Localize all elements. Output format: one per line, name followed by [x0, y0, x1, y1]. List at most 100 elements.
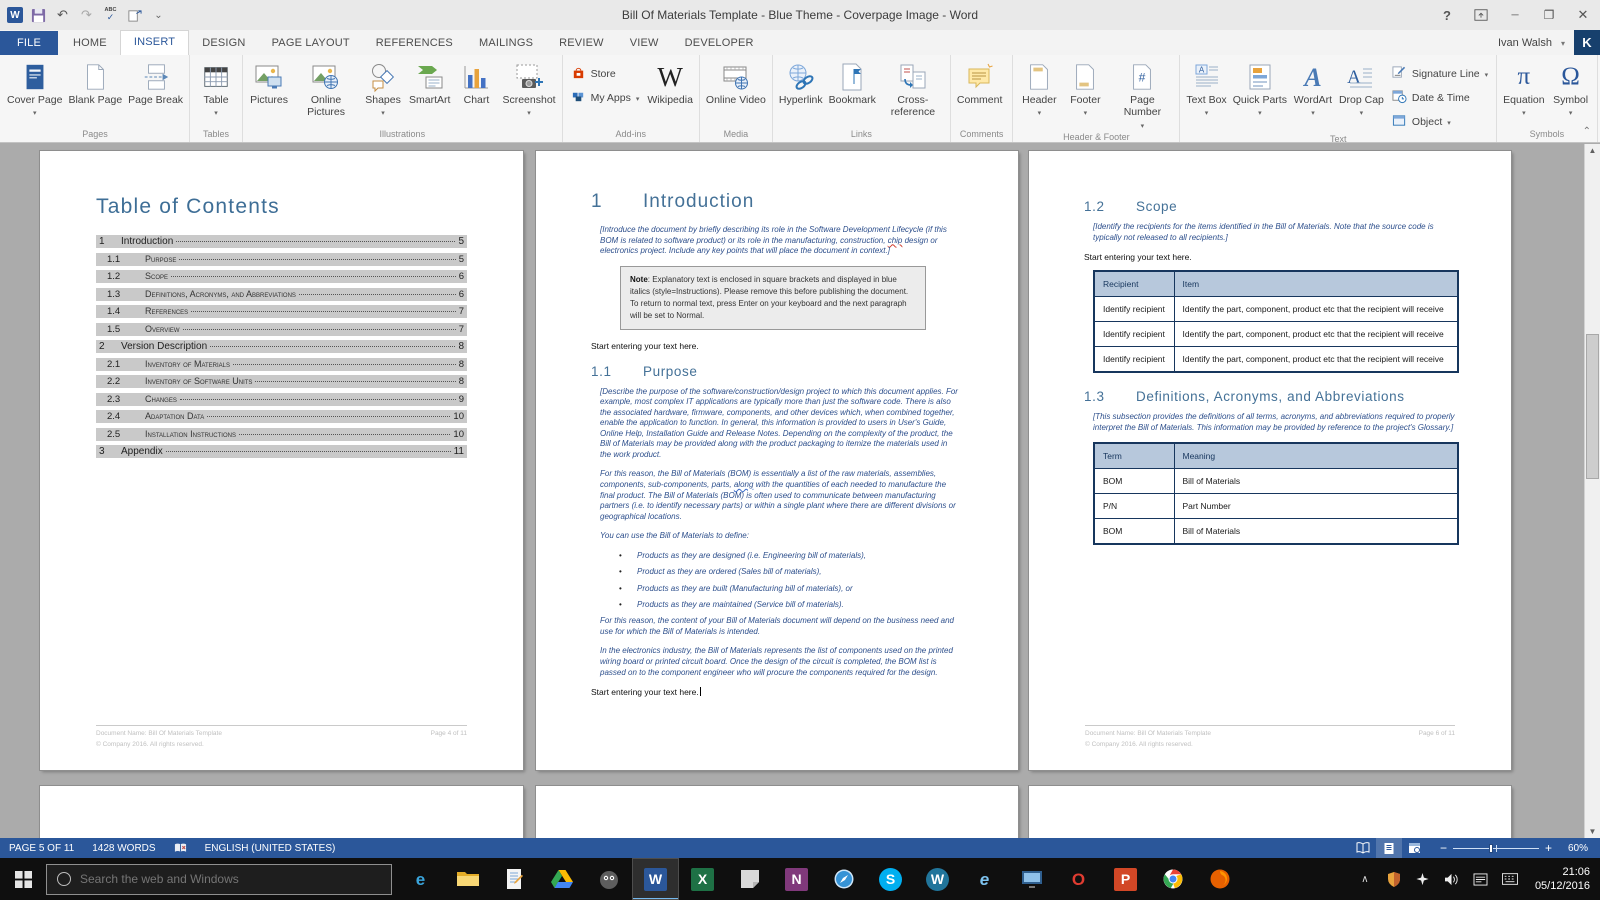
taskbar-clock[interactable]: 21:06 05/12/2016 [1531, 865, 1590, 894]
page-partial[interactable] [40, 786, 523, 838]
scope-table[interactable]: RecipientItem Identify recipientIdentify… [1093, 270, 1459, 373]
taskbar-search[interactable] [46, 864, 392, 895]
quick-parts-button[interactable]: Quick Parts [1230, 57, 1290, 134]
page-scope[interactable]: 1.2Scope [Identify the recipients for th… [1029, 151, 1511, 770]
start-button[interactable] [0, 858, 46, 900]
search-input[interactable] [80, 872, 381, 886]
chrome-icon[interactable] [1149, 858, 1196, 900]
zoom-level[interactable]: 60% [1564, 843, 1600, 854]
toc-entry[interactable]: 2.1Inventory of Materials8 [96, 358, 467, 371]
header-button[interactable]: Header [1016, 57, 1062, 132]
smartart-button[interactable]: SmartArt [406, 57, 453, 129]
date-time-button[interactable]: Date & Time [1387, 86, 1493, 110]
wordart-button[interactable]: A WordArt [1290, 57, 1336, 134]
word-logo-icon[interactable]: W [7, 7, 23, 23]
file-explorer-icon[interactable] [444, 858, 491, 900]
ribbon-display-options-icon[interactable] [1464, 0, 1498, 30]
sticky-notes-icon[interactable] [726, 858, 773, 900]
toc-entry[interactable]: 1.1Purpose5 [96, 253, 467, 266]
opera-icon[interactable]: O [1055, 858, 1102, 900]
zoom-slider[interactable]: − + [1434, 841, 1558, 855]
pictures-button[interactable]: Pictures [246, 57, 292, 129]
zoom-out-icon[interactable]: − [1434, 841, 1453, 855]
shapes-button[interactable]: Shapes [360, 57, 406, 129]
toc-entry[interactable]: 1.2Scope6 [96, 270, 467, 283]
web-layout-button[interactable] [1402, 838, 1428, 858]
page-partial[interactable] [536, 786, 1018, 838]
safari-icon[interactable] [820, 858, 867, 900]
tab-developer[interactable]: DEVELOPER [672, 32, 767, 55]
toc-entry[interactable]: 1.3Definitions, Acronyms, and Abbreviati… [96, 288, 467, 301]
signature-line-button[interactable]: Signature Line [1387, 62, 1493, 86]
volume-icon[interactable] [1444, 871, 1460, 887]
proofing-status[interactable] [165, 838, 196, 858]
minimize-button[interactable] [1498, 0, 1532, 30]
save-icon[interactable] [30, 7, 47, 24]
redo-icon[interactable] [78, 7, 95, 24]
tray-chevron-up-icon[interactable] [1357, 871, 1373, 887]
language-bar-icon[interactable] [1473, 871, 1489, 887]
google-drive-icon[interactable] [538, 858, 585, 900]
tab-mailings[interactable]: MAILINGS [466, 32, 546, 55]
cover-page-button[interactable]: Cover Page [4, 57, 65, 129]
start-text-cursor[interactable]: Start entering your text here. [591, 687, 960, 697]
hyperlink-button[interactable]: Hyperlink [776, 57, 826, 129]
page-introduction[interactable]: 1Introduction [Introduce the document by… [536, 151, 1018, 770]
security-shield-icon[interactable] [1386, 871, 1402, 887]
text-box-button[interactable]: A Text Box [1183, 57, 1229, 134]
edge-icon[interactable]: e [397, 858, 444, 900]
screenshot-button[interactable]: Screenshot [499, 57, 558, 129]
page-break-button[interactable]: Page Break [125, 57, 186, 129]
symbol-button[interactable]: Ω Symbol [1548, 57, 1594, 129]
drop-cap-button[interactable]: A Drop Cap [1336, 57, 1387, 134]
scroll-down-icon[interactable]: ▼ [1585, 827, 1600, 836]
restore-button[interactable] [1532, 0, 1566, 30]
word-taskbar-icon[interactable]: W [632, 858, 679, 900]
account-menu[interactable]: Ivan Walsh K [1498, 30, 1600, 55]
toc-entry[interactable]: 3Appendix11 [96, 445, 467, 458]
close-button[interactable] [1566, 0, 1600, 30]
toc-entry[interactable]: 1.5Overview7 [96, 323, 467, 336]
zoom-in-icon[interactable]: + [1539, 841, 1558, 855]
toc-entry[interactable]: 1Introduction5 [96, 235, 467, 248]
toc-entry[interactable]: 2.2Inventory of Software Units8 [96, 375, 467, 388]
help-icon[interactable] [1430, 0, 1464, 30]
tab-view[interactable]: VIEW [617, 32, 672, 55]
wordpress-icon[interactable]: W [914, 858, 961, 900]
object-button[interactable]: Object [1387, 110, 1493, 134]
page-partial[interactable] [1029, 786, 1511, 838]
tab-insert[interactable]: INSERT [120, 30, 189, 55]
toc-entry[interactable]: 2.3Changes9 [96, 393, 467, 406]
store-button[interactable]: Store [566, 62, 645, 86]
table-button[interactable]: Table [193, 57, 239, 129]
scrollbar-thumb[interactable] [1586, 334, 1599, 479]
chart-button[interactable]: Chart [453, 57, 499, 129]
gimp-icon[interactable] [585, 858, 632, 900]
firefox-icon[interactable] [1196, 858, 1243, 900]
blank-page-button[interactable]: Blank Page [65, 57, 125, 129]
scroll-up-icon[interactable]: ▲ [1585, 146, 1600, 155]
collapse-ribbon-icon[interactable] [1583, 126, 1591, 137]
vertical-scrollbar[interactable]: ▲ ▼ [1584, 144, 1600, 838]
tab-review[interactable]: REVIEW [546, 32, 617, 55]
page-indicator[interactable]: PAGE 5 OF 11 [0, 838, 83, 858]
avatar[interactable]: K [1574, 30, 1600, 55]
equation-button[interactable]: π Equation [1500, 57, 1547, 129]
internet-explorer-icon[interactable]: e [961, 858, 1008, 900]
footer-button[interactable]: Footer [1062, 57, 1108, 132]
tab-design[interactable]: DESIGN [189, 32, 258, 55]
tab-page-layout[interactable]: PAGE LAYOUT [259, 32, 363, 55]
film-tv-icon[interactable] [1008, 858, 1055, 900]
online-video-button[interactable]: Online Video [703, 57, 769, 129]
toc-entry[interactable]: 1.4References7 [96, 305, 467, 318]
page-toc[interactable]: Table of Contents 1Introduction5 1.1Purp… [40, 151, 523, 770]
page-number-button[interactable]: # Page Number [1108, 57, 1176, 132]
word-count[interactable]: 1428 WORDS [83, 838, 164, 858]
airplane-icon[interactable] [1415, 871, 1431, 887]
customize-qat-icon[interactable] [150, 7, 167, 24]
toc-entry[interactable]: 2.4Adaptation Data10 [96, 410, 467, 423]
zoom-track[interactable] [1453, 848, 1539, 849]
tab-file[interactable]: FILE [0, 31, 58, 55]
notepad-icon[interactable] [491, 858, 538, 900]
my-apps-button[interactable]: My Apps [566, 86, 645, 110]
